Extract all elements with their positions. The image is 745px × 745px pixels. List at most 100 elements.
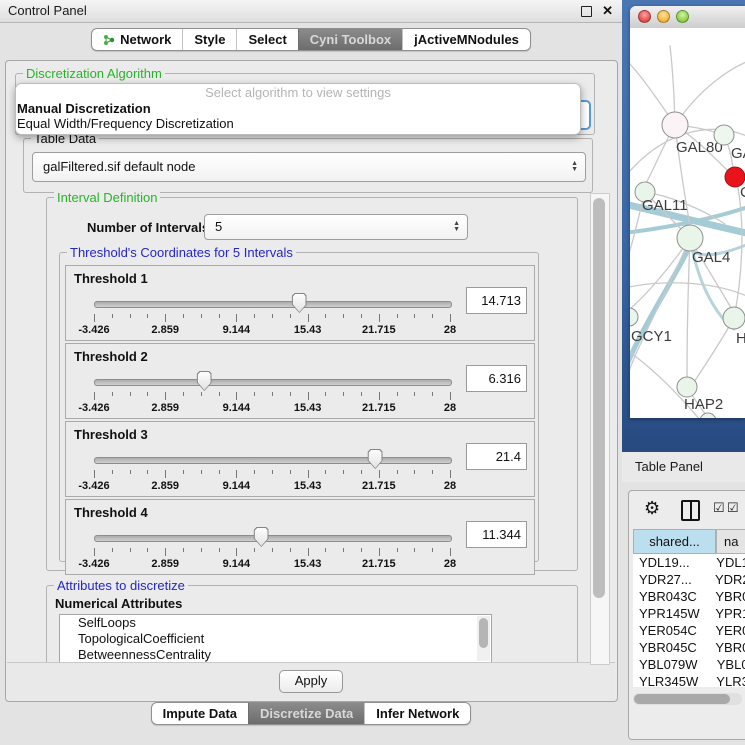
table-row[interactable]: YDR27...YDR2	[633, 571, 745, 588]
tick-mark	[397, 314, 398, 318]
cell-name: YPR1	[708, 605, 745, 622]
tick-mark	[147, 314, 148, 318]
scrollbar-thumb[interactable]	[479, 618, 488, 648]
table-row[interactable]: YLR345WYLR3	[633, 673, 745, 687]
tab-jactivemnodules[interactable]: jActiveMNodules	[402, 29, 530, 50]
slider-handle[interactable]	[292, 293, 307, 313]
minimize-traffic-light-icon[interactable]	[657, 10, 670, 23]
tick-mark	[272, 470, 273, 474]
network-node[interactable]	[700, 413, 716, 418]
slider-handle[interactable]	[197, 371, 212, 391]
algorithm-dropdown-popup: Select algorithm to view settings Manual…	[15, 83, 581, 135]
network-node-gal[interactable]	[714, 125, 734, 145]
threshold-slider[interactable]: -3.4262.8599.14415.4321.71528	[94, 526, 450, 570]
tick-mark	[236, 314, 237, 322]
threshold-value-field[interactable]: 14.713	[466, 287, 527, 314]
network-node-gal80[interactable]	[662, 112, 688, 138]
attribute-item-topologicalcoefficient[interactable]: TopologicalCoefficient	[60, 631, 491, 647]
top-tab-bar: NetworkStyleSelectCyni ToolboxjActiveMNo…	[0, 28, 622, 51]
columns-icon[interactable]	[681, 500, 700, 521]
tab-impute-data[interactable]: Impute Data	[152, 703, 248, 724]
network-node-label: HAP2	[684, 396, 723, 413]
tick-mark	[112, 548, 113, 552]
tab-select[interactable]: Select	[236, 29, 297, 50]
threshold-value-field[interactable]: 11.344	[466, 521, 527, 548]
close-traffic-light-icon[interactable]	[638, 10, 651, 23]
slider-handle[interactable]	[254, 527, 269, 547]
attribute-item-betweennesscentrality[interactable]: BetweennessCentrality	[60, 647, 491, 663]
network-window-titlebar[interactable]	[630, 6, 745, 29]
stepper-arrows-icon: ▲▼	[571, 161, 578, 173]
slider-ticks	[94, 548, 450, 557]
algorithm-option-equal-width-frequency-discretization[interactable]: Equal Width/Frequency Discretization	[16, 116, 580, 131]
intervals-select[interactable]: 5 ▲▼	[204, 214, 468, 240]
slider-track[interactable]	[94, 301, 452, 308]
table-row[interactable]: YER054CYER0	[633, 622, 745, 639]
scale-label: 28	[444, 402, 456, 414]
tick-mark	[343, 470, 344, 474]
table-row[interactable]: YBL079WYBL0	[633, 656, 745, 673]
tab-network[interactable]: Network	[92, 29, 182, 50]
tick-mark	[94, 470, 95, 478]
scale-label: 2.859	[151, 324, 179, 336]
tab-cyni-toolbox[interactable]: Cyni Toolbox	[298, 29, 402, 50]
tab-discretize-data[interactable]: Discretize Data	[248, 703, 364, 724]
slider-handle[interactable]	[368, 449, 383, 469]
cell-name: YBR0	[708, 588, 745, 605]
network-node-hap2[interactable]	[677, 377, 697, 397]
float-window-icon[interactable]	[581, 6, 592, 17]
threshold-slider[interactable]: -3.4262.8599.14415.4321.71528	[94, 292, 450, 336]
column-header-na[interactable]: na	[716, 529, 745, 554]
cell-name: YLR3	[709, 673, 745, 687]
scrollbar-thumb[interactable]	[593, 198, 605, 598]
apply-button[interactable]: Apply	[279, 670, 343, 693]
gear-icon[interactable]: ⚙	[644, 498, 660, 519]
slider-track[interactable]	[94, 457, 452, 464]
scale-label: 15.43	[294, 324, 322, 336]
network-node-h[interactable]	[723, 307, 745, 329]
table-row[interactable]: YBR043CYBR0	[633, 588, 745, 605]
zoom-traffic-light-icon[interactable]	[676, 10, 689, 23]
slider-track[interactable]	[94, 535, 452, 542]
vertical-scrollbar[interactable]	[590, 193, 610, 665]
table-data-select[interactable]: galFiltered.sif default node ▲▼	[32, 152, 586, 182]
threshold-slider[interactable]: -3.4262.8599.14415.4321.71528	[94, 370, 450, 414]
table-row[interactable]: YPR145WYPR1	[633, 605, 745, 622]
table-panel: Table Panel ⚙ ☑ ☑ shared...na YDL19...YD…	[622, 452, 745, 745]
network-canvas[interactable]: GAL80GALCGAL11GAL4GCY1HHAP2	[630, 28, 745, 418]
network-node-gal4[interactable]	[677, 225, 703, 251]
checkbox-icon[interactable]: ☑	[727, 501, 739, 514]
cell-shared-name: YER054C	[633, 622, 708, 639]
scrollbar-thumb[interactable]	[634, 694, 730, 704]
network-node-gcy1[interactable]	[630, 308, 638, 326]
tick-mark	[343, 548, 344, 552]
attribute-item-selfloops[interactable]: SelfLoops	[60, 615, 491, 631]
slider-scale-labels: -3.4262.8599.14415.4321.71528	[94, 558, 450, 570]
scale-label: 2.859	[151, 558, 179, 570]
scale-label: 9.144	[223, 402, 251, 414]
table-row[interactable]: YBR045CYBR0	[633, 639, 745, 656]
threshold-value-field[interactable]: 6.316	[466, 365, 527, 392]
tab-style[interactable]: Style	[182, 29, 236, 50]
tick-mark	[379, 548, 380, 556]
tick-mark	[432, 470, 433, 474]
tick-mark	[414, 548, 415, 552]
cell-shared-name: YBL079W	[633, 656, 710, 673]
table-row[interactable]: YDL19...YDL1	[633, 554, 745, 571]
group-title: Discretization Algorithm	[23, 66, 165, 81]
tick-mark	[361, 548, 362, 552]
tab-infer-network[interactable]: Infer Network	[364, 703, 470, 724]
column-header-shared[interactable]: shared...	[633, 529, 716, 554]
slider-track[interactable]	[94, 379, 452, 386]
threshold-value-field[interactable]: 21.4	[466, 443, 527, 470]
algorithm-option-manual-discretization[interactable]: Manual Discretization	[16, 101, 580, 116]
cell-name: YDL1	[709, 554, 745, 571]
threshold-slider[interactable]: -3.4262.8599.14415.4321.71528	[94, 448, 450, 492]
slider-scale-labels: -3.4262.8599.14415.4321.71528	[94, 324, 450, 336]
scale-label: 21.715	[362, 480, 396, 492]
close-icon[interactable]: ✕	[602, 1, 613, 21]
horizontal-scrollbar[interactable]	[633, 693, 742, 705]
numerical-attributes-list[interactable]: SelfLoopsTopologicalCoefficientBetweenne…	[59, 614, 492, 663]
checkbox-icon[interactable]: ☑	[713, 501, 725, 514]
vertical-scrollbar[interactable]	[477, 616, 490, 661]
